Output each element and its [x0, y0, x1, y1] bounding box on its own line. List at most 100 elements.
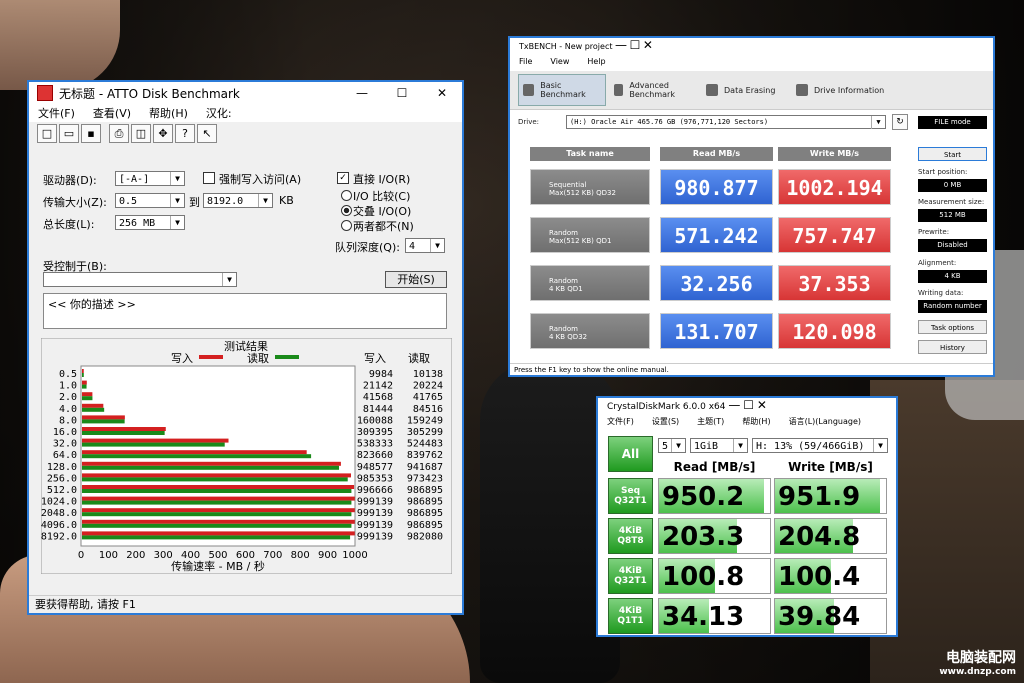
read-value: 20224 — [413, 381, 443, 392]
description-box[interactable]: << 你的描述 >> — [43, 293, 447, 329]
tab-data-erasing[interactable]: Data Erasing — [706, 74, 790, 106]
save-icon[interactable]: ▪ — [81, 123, 101, 143]
read-value: 982080 — [407, 531, 443, 542]
maximize-icon[interactable]: ☐ — [630, 38, 641, 52]
transfer-to-select[interactable]: 8192.0 ▼ — [203, 193, 273, 208]
maximize-icon[interactable]: ☐ — [743, 398, 754, 412]
count-select[interactable]: 5 ▼ — [658, 438, 686, 453]
chevron-down-icon: ▼ — [871, 116, 885, 129]
write-result: 951.9 — [774, 478, 887, 514]
tab-label: Advanced Benchmark — [629, 81, 675, 99]
menu-localize[interactable]: 汉化: — [197, 105, 241, 121]
col-read-header: 读取 — [408, 351, 430, 365]
tab-drive-information[interactable]: Drive Information — [796, 74, 886, 106]
read-value: 84516 — [413, 404, 443, 415]
menu-help[interactable]: 帮助(H) — [140, 105, 197, 121]
menu-file[interactable]: 文件(F) — [598, 416, 643, 427]
overlap-io-radio[interactable] — [341, 205, 352, 216]
cdm-title: CrystalDiskMark 6.0.0 x64 — [607, 402, 726, 412]
open-icon[interactable]: ▭ — [59, 123, 79, 143]
write-value: 81444 — [363, 404, 393, 415]
minimize-icon[interactable]: — — [615, 38, 627, 52]
help-icon[interactable]: ? — [175, 123, 195, 143]
start-pos-value[interactable]: 0 MB — [918, 179, 987, 192]
move-icon[interactable]: ✥ — [153, 123, 173, 143]
preview-icon[interactable]: ◫ — [131, 123, 151, 143]
task-rnd-max: Random Max(512 KB) QD1 — [530, 217, 650, 253]
write-bar — [82, 461, 341, 466]
force-write-checkbox[interactable] — [203, 172, 215, 184]
start-button[interactable]: 开始(S) — [385, 271, 447, 288]
queue-select[interactable]: 4 ▼ — [405, 238, 445, 253]
watermark: 电脑装配网 www.dnzp.com — [939, 647, 1016, 677]
direct-io-checkbox[interactable]: ✓ — [337, 172, 349, 184]
writing-value[interactable]: Random number — [918, 300, 987, 313]
controlled-select[interactable]: ▼ — [43, 272, 237, 287]
write-result: 204.8 — [774, 518, 887, 554]
maximize-icon[interactable]: ☐ — [382, 86, 422, 100]
tab-advanced-benchmark[interactable]: Advanced Benchmark — [614, 74, 698, 106]
minimize-icon[interactable]: — — [728, 398, 740, 412]
test-label: 4KiB — [618, 526, 643, 536]
start-pos-label: Start position: — [918, 168, 968, 176]
menu-help[interactable]: 帮助(H) — [733, 416, 779, 427]
drive-value: H: 13% (59/466GiB) — [756, 441, 865, 452]
neither-radio[interactable] — [341, 220, 352, 231]
minimize-icon[interactable]: — — [342, 86, 382, 100]
write-value: 39.84 — [778, 602, 861, 632]
transfer-to-label: 到 — [189, 196, 200, 209]
drive-select[interactable]: H: 13% (59/466GiB) ▼ — [752, 438, 888, 453]
all-button[interactable]: All — [608, 436, 653, 472]
tab-basic-benchmark[interactable]: Basic Benchmark — [518, 74, 606, 106]
read-value: 203.3 — [662, 522, 745, 552]
close-icon[interactable]: ✕ — [643, 38, 653, 52]
drive-select[interactable]: (H:) Oracle Air 465.76 GB (976,771,120 S… — [566, 115, 886, 129]
start-button[interactable]: Start — [918, 147, 987, 161]
atto-results-chart: 测试结果 写入 读取 写入 读取 0 100 200 300 400 500 600 700 8… — [41, 338, 452, 574]
menu-view[interactable]: View — [541, 57, 578, 66]
menu-view[interactable]: 查看(V) — [84, 105, 140, 121]
test-button[interactable]: 4KiB Q32T1 — [608, 558, 653, 594]
print-icon[interactable]: ⎙ — [109, 123, 129, 143]
read-result: 100.8 — [658, 558, 771, 594]
x-tick-label: 200 — [126, 550, 145, 561]
io-compare-radio[interactable] — [341, 190, 352, 201]
transfer-label: 传输大小(Z): — [43, 196, 107, 209]
transfer-from-value: 0.5 — [119, 196, 138, 207]
close-icon[interactable]: ✕ — [757, 398, 767, 412]
test-button[interactable]: 4KiB Q8T8 — [608, 518, 653, 554]
write-header: Write [MB/s] — [788, 460, 873, 474]
test-button[interactable]: Seq Q32T1 — [608, 478, 653, 514]
menu-language[interactable]: 语言(L)(Language) — [780, 416, 870, 427]
write-bar — [82, 369, 84, 373]
read-value: 986895 — [407, 497, 443, 508]
test-sublabel: Q8T8 — [617, 536, 644, 546]
menu-help[interactable]: Help — [578, 57, 614, 66]
meas-value[interactable]: 512 MB — [918, 209, 987, 222]
new-icon[interactable]: □ — [37, 123, 57, 143]
close-icon[interactable]: ✕ — [422, 86, 462, 100]
menu-file[interactable]: File — [510, 57, 541, 66]
y-tick-label: 2048.0 — [41, 508, 77, 519]
length-select[interactable]: 256 MB ▼ — [115, 215, 185, 230]
x-tick-label: 1000 — [342, 550, 367, 561]
test-button[interactable]: 4KiB Q1T1 — [608, 598, 653, 634]
prewrite-value[interactable]: Disabled — [918, 239, 987, 252]
task-options-button[interactable]: Task options — [918, 320, 987, 334]
align-value[interactable]: 4 KB — [918, 270, 987, 283]
refresh-icon[interactable]: ↻ — [892, 114, 908, 130]
menu-settings[interactable]: 设置(S) — [643, 416, 688, 427]
write-value: 538333 — [357, 439, 393, 450]
menu-theme[interactable]: 主题(T) — [688, 416, 733, 427]
write-value: 204.8 — [778, 522, 861, 552]
context-help-icon[interactable]: ↖ — [197, 123, 217, 143]
read-value: 159249 — [407, 415, 443, 426]
drive-select[interactable]: [-A-] ▼ — [115, 171, 185, 186]
read-bar — [82, 535, 351, 540]
history-button[interactable]: History — [918, 340, 987, 354]
write-value: 999139 — [357, 497, 393, 508]
transfer-from-select[interactable]: 0.5 ▼ — [115, 193, 185, 208]
menu-file[interactable]: 文件(F) — [29, 105, 84, 121]
size-select[interactable]: 1GiB ▼ — [690, 438, 748, 453]
read-bar — [82, 489, 352, 493]
